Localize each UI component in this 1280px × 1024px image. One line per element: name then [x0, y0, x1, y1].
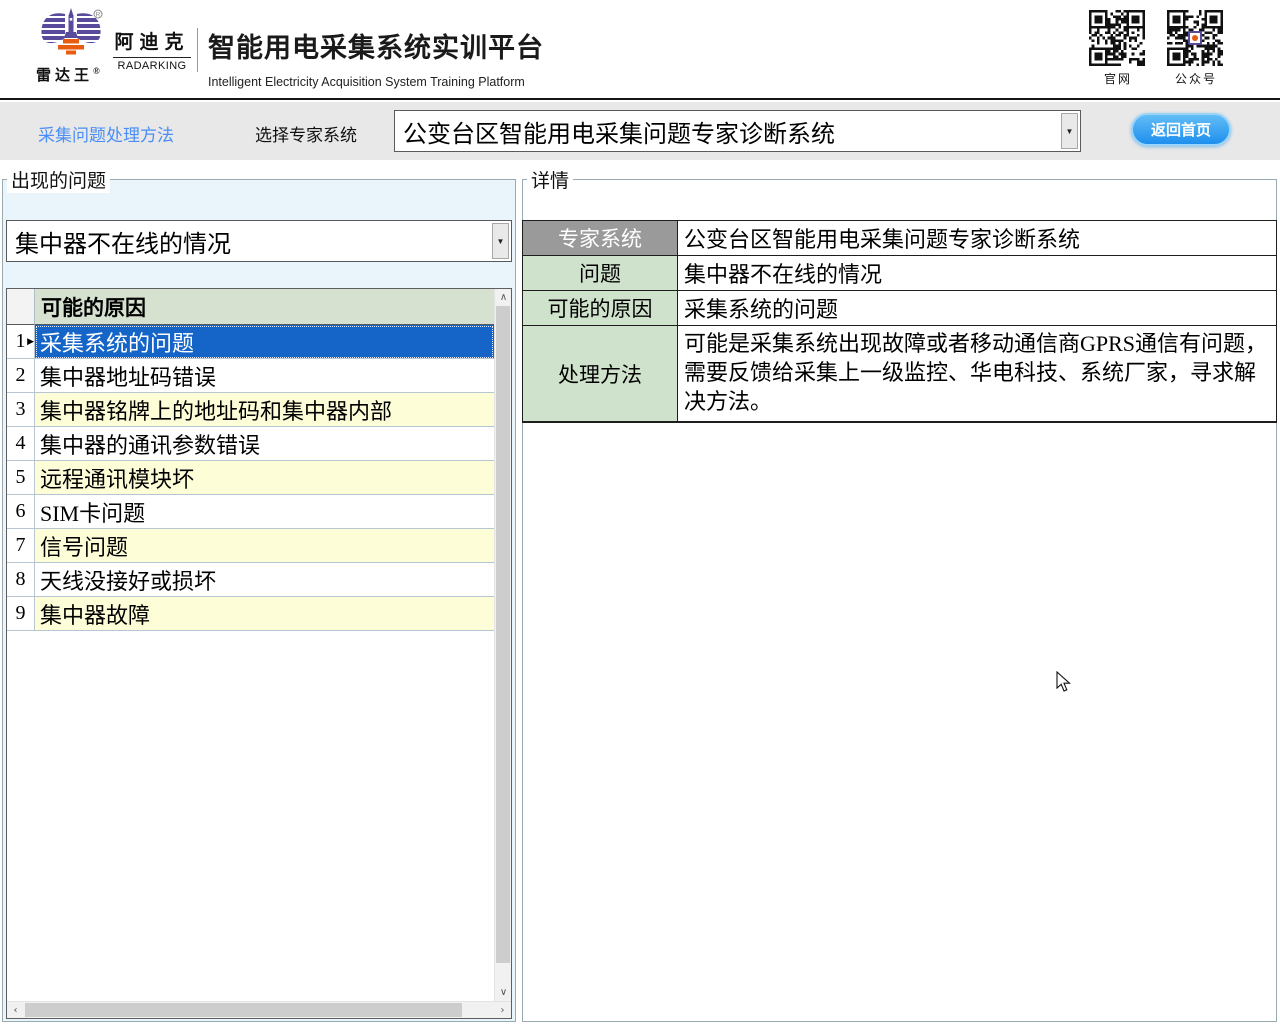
chevron-down-icon: ▼: [497, 237, 505, 246]
detail-value: 可能是采集系统出现故障或者移动通信商GPRS通信有问题，需要反馈给采集上一级监控…: [678, 326, 1276, 421]
details-panel-legend: 详情: [527, 166, 573, 193]
brand-adike: 阿迪克: [113, 27, 191, 54]
scroll-down-icon[interactable]: ∨: [495, 984, 512, 1001]
row-number: 6: [7, 495, 35, 529]
return-home-button[interactable]: 返回首页: [1131, 113, 1231, 146]
svg-text:R: R: [96, 12, 101, 19]
horizontal-scrollbar[interactable]: ‹ ›: [7, 1001, 511, 1018]
table-row[interactable]: 4集中器的通讯参数错误: [7, 427, 494, 461]
possible-causes-table: 可能的原因 1▶采集系统的问题2集中器地址码错误3集中器铭牌上的地址码和集中器内…: [6, 288, 512, 1019]
detail-value: 公变台区智能用电采集问题专家诊断系统: [678, 221, 1276, 255]
detail-row: 可能的原因采集系统的问题: [523, 291, 1276, 326]
qr-wechat-account-label: 公众号: [1167, 70, 1225, 87]
cause-text: 集中器故障: [35, 597, 494, 631]
scroll-right-icon[interactable]: ›: [494, 1002, 511, 1019]
brand-radarwang: 雷达王®: [36, 64, 116, 85]
qr-wechat-account-icon: [1167, 10, 1223, 66]
vertical-scrollbar[interactable]: ∧ ∨: [494, 289, 511, 1001]
registered-mark: ®: [93, 66, 100, 76]
horizontal-scrollbar-thumb[interactable]: [25, 1003, 462, 1017]
table-row[interactable]: 2集中器地址码错误: [7, 359, 494, 393]
brand-divider-line: [113, 57, 191, 58]
qr-official-site: 官网: [1089, 10, 1147, 87]
expert-system-dropdown-button[interactable]: ▼: [1061, 113, 1078, 149]
problems-panel: 出现的问题 集中器不在线的情况 ▼ 可能的原因 1▶采集系统的问题2集中器地址码…: [2, 166, 516, 1022]
brand-block: 阿迪克 RADARKING: [113, 27, 191, 72]
detail-label: 专家系统: [523, 221, 678, 255]
table-row[interactable]: 1▶采集系统的问题: [7, 325, 494, 359]
causes-table-header-row: 可能的原因: [7, 289, 494, 325]
current-row-marker-icon: ▶: [27, 337, 34, 347]
collect-problem-methods-link[interactable]: 采集问题处理方法: [38, 121, 174, 146]
header-vertical-divider: [197, 28, 198, 72]
title-block: 智能用电采集系统实训平台 Intelligent Electricity Acq…: [208, 26, 544, 89]
cause-text: SIM卡问题: [35, 495, 494, 529]
details-table: 专家系统公变台区智能用电采集问题专家诊断系统问题集中器不在线的情况可能的原因采集…: [522, 220, 1277, 423]
toolbar: 采集问题处理方法 选择专家系统 公变台区智能用电采集问题专家诊断系统 ▼ 返回首…: [0, 102, 1280, 160]
detail-row: 处理方法可能是采集系统出现故障或者移动通信商GPRS通信有问题，需要反馈给采集上…: [523, 326, 1276, 421]
detail-label: 处理方法: [523, 326, 678, 421]
row-number: 2: [7, 359, 35, 393]
app-root: { "header": { "brand_cn": "阿迪克", "brand_…: [0, 0, 1280, 1024]
table-row[interactable]: 6SIM卡问题: [7, 495, 494, 529]
row-number: 7: [7, 529, 35, 563]
app-header: R 雷达王® 阿迪克 RADARKING 智能用电采集系统实训平台 Intell…: [0, 0, 1280, 100]
vertical-scrollbar-thumb[interactable]: [496, 306, 510, 963]
row-number: 3: [7, 393, 35, 427]
expert-system-select-value: 公变台区智能用电采集问题专家诊断系统: [395, 114, 1080, 149]
causes-table-header: 可能的原因: [35, 289, 494, 325]
detail-label: 可能的原因: [523, 291, 678, 325]
chevron-down-icon: ▼: [1066, 127, 1074, 136]
mouse-cursor-icon: [1056, 671, 1076, 698]
cause-text: 集中器铭牌上的地址码和集中器内部: [35, 393, 494, 427]
qr-official-site-icon: [1089, 10, 1145, 66]
detail-row: 问题集中器不在线的情况: [523, 256, 1276, 291]
brand-radarwang-text: 雷达王: [36, 68, 93, 84]
detail-value: 集中器不在线的情况: [678, 256, 1276, 290]
table-row[interactable]: 3集中器铭牌上的地址码和集中器内部: [7, 393, 494, 427]
problems-panel-legend: 出现的问题: [7, 166, 110, 193]
detail-label: 问题: [523, 256, 678, 290]
scroll-up-icon[interactable]: ∧: [495, 289, 512, 306]
details-panel: 详情 专家系统公变台区智能用电采集问题专家诊断系统问题集中器不在线的情况可能的原…: [522, 166, 1277, 1022]
detail-value: 采集系统的问题: [678, 291, 1276, 325]
scroll-left-icon[interactable]: ‹: [7, 1002, 24, 1019]
row-number: 1▶: [7, 325, 35, 359]
cause-text: 远程通讯模块坏: [35, 461, 494, 495]
cause-text: 集中器的通讯参数错误: [35, 427, 494, 461]
qr-center-logo-icon: [1188, 31, 1202, 45]
page-title: 智能用电采集系统实训平台: [208, 26, 544, 65]
problem-select-value: 集中器不在线的情况: [7, 224, 511, 259]
detail-row: 专家系统公变台区智能用电采集问题专家诊断系统: [523, 221, 1276, 256]
brand-radarking: RADARKING: [113, 60, 191, 72]
row-number: 5: [7, 461, 35, 495]
cause-text: 采集系统的问题: [35, 325, 494, 359]
radarking-logo-icon: R: [38, 7, 104, 66]
expert-system-select[interactable]: 公变台区智能用电采集问题专家诊断系统 ▼: [394, 110, 1081, 152]
problem-select[interactable]: 集中器不在线的情况 ▼: [6, 220, 512, 262]
qr-wechat-account: 公众号: [1167, 10, 1225, 87]
cause-text: 集中器地址码错误: [35, 359, 494, 393]
page-subtitle: Intelligent Electricity Acquisition Syst…: [208, 75, 544, 89]
row-number: 8: [7, 563, 35, 597]
row-number: 4: [7, 427, 35, 461]
table-row[interactable]: 9集中器故障: [7, 597, 494, 631]
expert-system-select-label: 选择专家系统: [255, 121, 357, 146]
causes-table-corner-cell: [7, 289, 35, 325]
qr-official-site-label: 官网: [1089, 70, 1147, 87]
cause-text: 信号问题: [35, 529, 494, 563]
problem-dropdown-button[interactable]: ▼: [492, 223, 509, 259]
row-number: 9: [7, 597, 35, 631]
cause-text: 天线没接好或损坏: [35, 563, 494, 597]
table-row[interactable]: 7信号问题: [7, 529, 494, 563]
table-row[interactable]: 5远程通讯模块坏: [7, 461, 494, 495]
causes-rows: 可能的原因 1▶采集系统的问题2集中器地址码错误3集中器铭牌上的地址码和集中器内…: [7, 289, 494, 1001]
table-row[interactable]: 8天线没接好或损坏: [7, 563, 494, 597]
